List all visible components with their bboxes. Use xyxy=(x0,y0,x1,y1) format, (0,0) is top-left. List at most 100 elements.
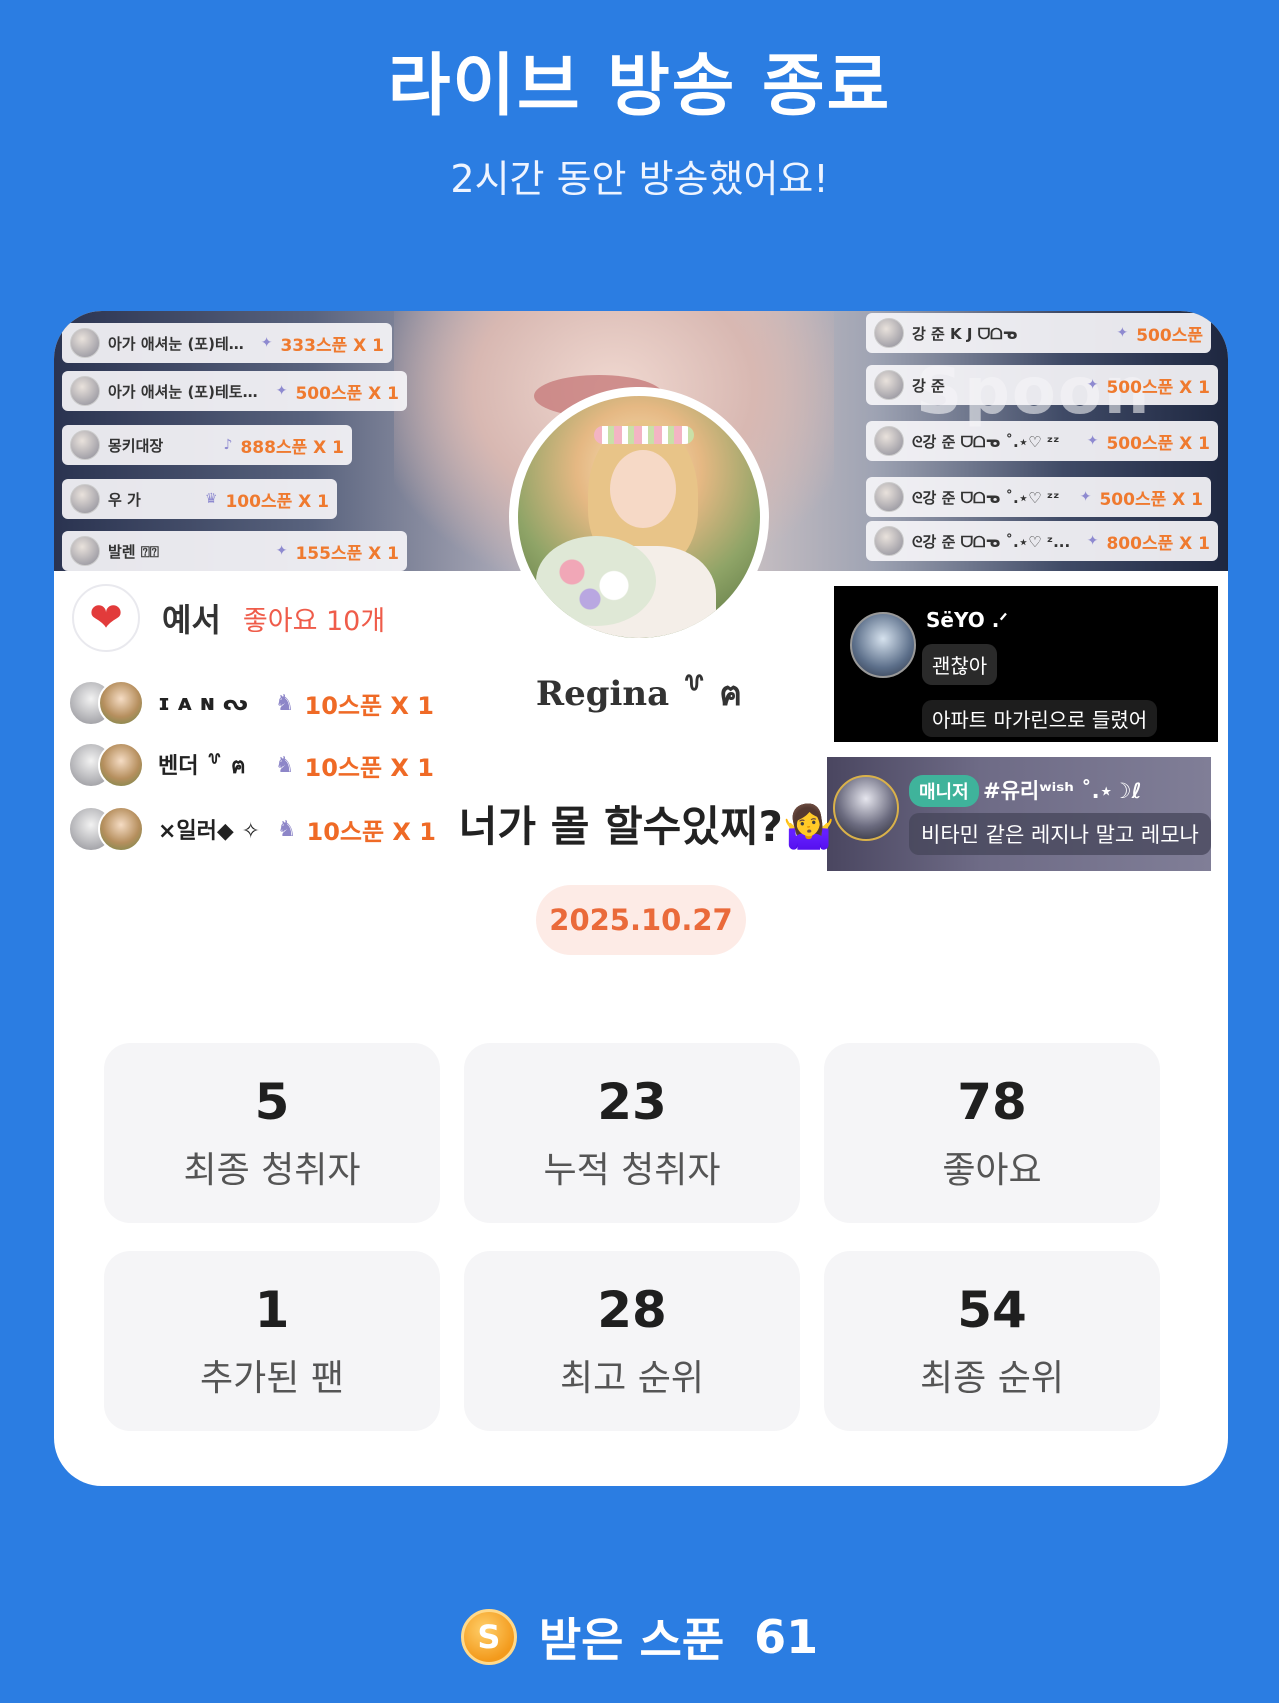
avatar xyxy=(68,678,148,728)
stat-likes: 78 좋아요 xyxy=(824,1043,1160,1223)
avatar xyxy=(874,426,904,456)
stat-label: 좋아요 xyxy=(942,1150,1042,1191)
fan-gift-row: ɪ ᴀ ɴ ᔓ ♞ 10스푼 X 1 xyxy=(54,675,434,731)
summary-card: Spoon 아가 애셔눈 (포)테토녀... ✦ 333스푼 X 1 아가 애셔… xyxy=(54,311,1228,1486)
bouquet xyxy=(536,536,656,626)
fan-name: ×일러◆ ✧ xyxy=(158,819,260,844)
spoons-received: S 받은 스푼 61 xyxy=(0,1607,1279,1667)
chat-message: 아파트 마가린으로 들렸어 xyxy=(922,700,1158,737)
stat-value: 28 xyxy=(597,1281,667,1339)
spoon-icon: ♞ xyxy=(274,752,295,778)
stat-value: 54 xyxy=(957,1281,1027,1339)
banner-gift-row: 우 가 ♛ 100스푼 X 1 xyxy=(62,479,337,519)
profile-name: Regina ꒷ ฅ xyxy=(535,674,743,714)
flower-crown xyxy=(594,426,694,444)
gift-amount: 155스푼 X 1 xyxy=(295,543,399,564)
chat-message: 괜찮아 xyxy=(922,644,998,685)
avatar xyxy=(850,612,916,678)
avatar-face xyxy=(610,450,676,528)
stat-value: 23 xyxy=(597,1073,667,1131)
like-user: 예서 xyxy=(162,601,221,639)
profile-avatar xyxy=(509,387,769,647)
spoon-icon: ✦ xyxy=(1086,533,1099,549)
spoon-icon: ✦ xyxy=(1116,325,1129,341)
banner-gift-row: 발렌 ⍰⍰ ✦ 155스푼 X 1 xyxy=(62,531,407,571)
chat-user: #유리ʷⁱˢʰ ˚.⋆☽ℓ xyxy=(983,779,1142,803)
avatar xyxy=(68,740,148,790)
fan-gift-row: ×일러◆ ✧ ♞ 10스푼 X 1 xyxy=(54,801,436,857)
manager-chat-card: 매니저 #유리ʷⁱˢʰ ˚.⋆☽ℓ 비타민 같은 레지나 말고 레모나 xyxy=(827,757,1211,871)
spoon-icon: ✦ xyxy=(260,335,273,351)
spoon-icon: ♞ xyxy=(276,816,297,842)
avatar xyxy=(874,526,904,556)
fan-gift-row: 벤더 ꒷ ฅ ♞ 10스푼 X 1 xyxy=(54,737,434,793)
gift-amount: 500스푼 X 1 xyxy=(1106,377,1210,398)
stat-label: 최종 청취자 xyxy=(183,1150,361,1191)
banner-gift-row: 강 준 ✦ 500스푼 X 1 xyxy=(866,365,1218,405)
broadcast-date: 2025.10.27 xyxy=(536,885,746,955)
gift-sender: 아가 애셔눈 (포)테토녀... xyxy=(108,382,268,401)
chat-message-card: SëYO .ᐟ 괜찮아 아파트 마가린으로 들렸어 xyxy=(834,586,1218,742)
banner-gift-row: ᘓ강 준 ᗜᗝᓀ ˚.⋆♡ ᶻᶻ ✦ 500스푼 X 1 xyxy=(866,477,1211,517)
stat-final-listeners: 5 최종 청취자 xyxy=(104,1043,440,1223)
page-title: 라이브 방송 종료 xyxy=(387,47,892,126)
stat-value: 78 xyxy=(957,1073,1027,1131)
broadcast-title: 너가 몰 할수있찌?🤷‍♀️ xyxy=(458,802,836,851)
gift-sender: 발렌 ⍰⍰ xyxy=(108,542,159,561)
gift-sender: ᘓ강 준 ᗜᗝᓀ ˚.⋆♡ ᶻ... xyxy=(912,532,1071,551)
gift-amount: 333스푼 X 1 xyxy=(280,335,384,356)
fan-amount: 10스푼 X 1 xyxy=(304,691,434,720)
banner-gift-row: 몽키대장 ♪ 888스푼 X 1 xyxy=(62,425,352,465)
fan-name: 벤더 ꒷ ฅ xyxy=(158,753,246,779)
avatar xyxy=(70,430,100,460)
fan-name: ɪ ᴀ ɴ ᔓ xyxy=(158,690,248,716)
avatar xyxy=(70,376,100,406)
avatar xyxy=(70,328,100,358)
crown-icon: ♛ xyxy=(204,491,218,507)
gift-amount: 500스푼 X 1 xyxy=(295,383,399,404)
avatar xyxy=(70,536,100,566)
gift-sender: 강 준 xyxy=(912,376,945,395)
banner-gift-row: 아가 애셔눈 (포)테토녀... ✦ 333스푼 X 1 xyxy=(62,323,392,363)
avatar xyxy=(874,482,904,512)
gift-sender: ᘓ강 준 ᗜᗝᓀ ˚.⋆♡ ᶻᶻ xyxy=(912,432,1060,451)
stat-value: 1 xyxy=(254,1281,290,1339)
heart-icon: ❤ xyxy=(72,584,140,652)
gift-sender: ᘓ강 준 ᗜᗝᓀ ˚.⋆♡ ᶻᶻ xyxy=(912,488,1060,507)
spoon-coin-icon: S xyxy=(460,1609,517,1665)
spoon-icon: ✦ xyxy=(275,543,288,559)
gift-amount: 500스푼 xyxy=(1136,325,1203,346)
spoon-icon: ✦ xyxy=(1086,377,1099,393)
banner-gift-row: ᘓ강 준 ᗜᗝᓀ ˚.⋆♡ ᶻ... ✦ 800스푼 X 1 xyxy=(866,521,1218,561)
banner-gift-row: 강 준 K J ᗜᗝᓀ ✦ 500스푼 xyxy=(866,313,1211,353)
page-subtitle: 2시간 동안 방송했어요! xyxy=(450,157,829,201)
stat-best-rank: 28 최고 순위 xyxy=(464,1251,800,1431)
chat-message: 비타민 같은 레지나 말고 레모나 xyxy=(909,813,1211,855)
gift-amount: 800스푼 X 1 xyxy=(1106,533,1210,554)
spoons-label: 받은 스푼 xyxy=(538,1613,725,1667)
like-count: 좋아요 10개 xyxy=(242,605,386,637)
avatar xyxy=(874,370,904,400)
stat-new-fans: 1 추가된 팬 xyxy=(104,1251,440,1431)
stat-final-rank: 54 최종 순위 xyxy=(824,1251,1160,1431)
spoon-icon: ✦ xyxy=(1079,489,1092,505)
spoon-icon: ✦ xyxy=(275,383,288,399)
gift-sender: 우 가 xyxy=(108,490,141,509)
stat-total-listeners: 23 누적 청취자 xyxy=(464,1043,800,1223)
gift-sender: 강 준 K J ᗜᗝᓀ xyxy=(912,324,1018,343)
avatar xyxy=(874,318,904,348)
stat-label: 추가된 팬 xyxy=(200,1358,344,1399)
avatar xyxy=(70,484,100,514)
bell-icon: ♪ xyxy=(223,437,233,453)
banner-gift-row: 아가 애셔눈 (포)테토녀... ✦ 500스푼 X 1 xyxy=(62,371,407,411)
gift-sender: 아가 애셔눈 (포)테토녀... xyxy=(108,334,253,353)
gift-sender: 몽키대장 xyxy=(108,436,164,455)
gift-amount: 100스푼 X 1 xyxy=(225,491,329,512)
gift-amount: 500스푼 X 1 xyxy=(1106,433,1210,454)
avatar xyxy=(68,804,148,854)
stat-value: 5 xyxy=(254,1073,290,1131)
stat-label: 누적 청취자 xyxy=(543,1150,721,1191)
chat-user: SëYO .ᐟ xyxy=(926,608,1008,632)
stats-grid: 5 최종 청취자 23 누적 청취자 78 좋아요 1 추가된 팬 28 최고 … xyxy=(104,1043,1178,1431)
manager-badge: 매니저 xyxy=(909,775,979,807)
